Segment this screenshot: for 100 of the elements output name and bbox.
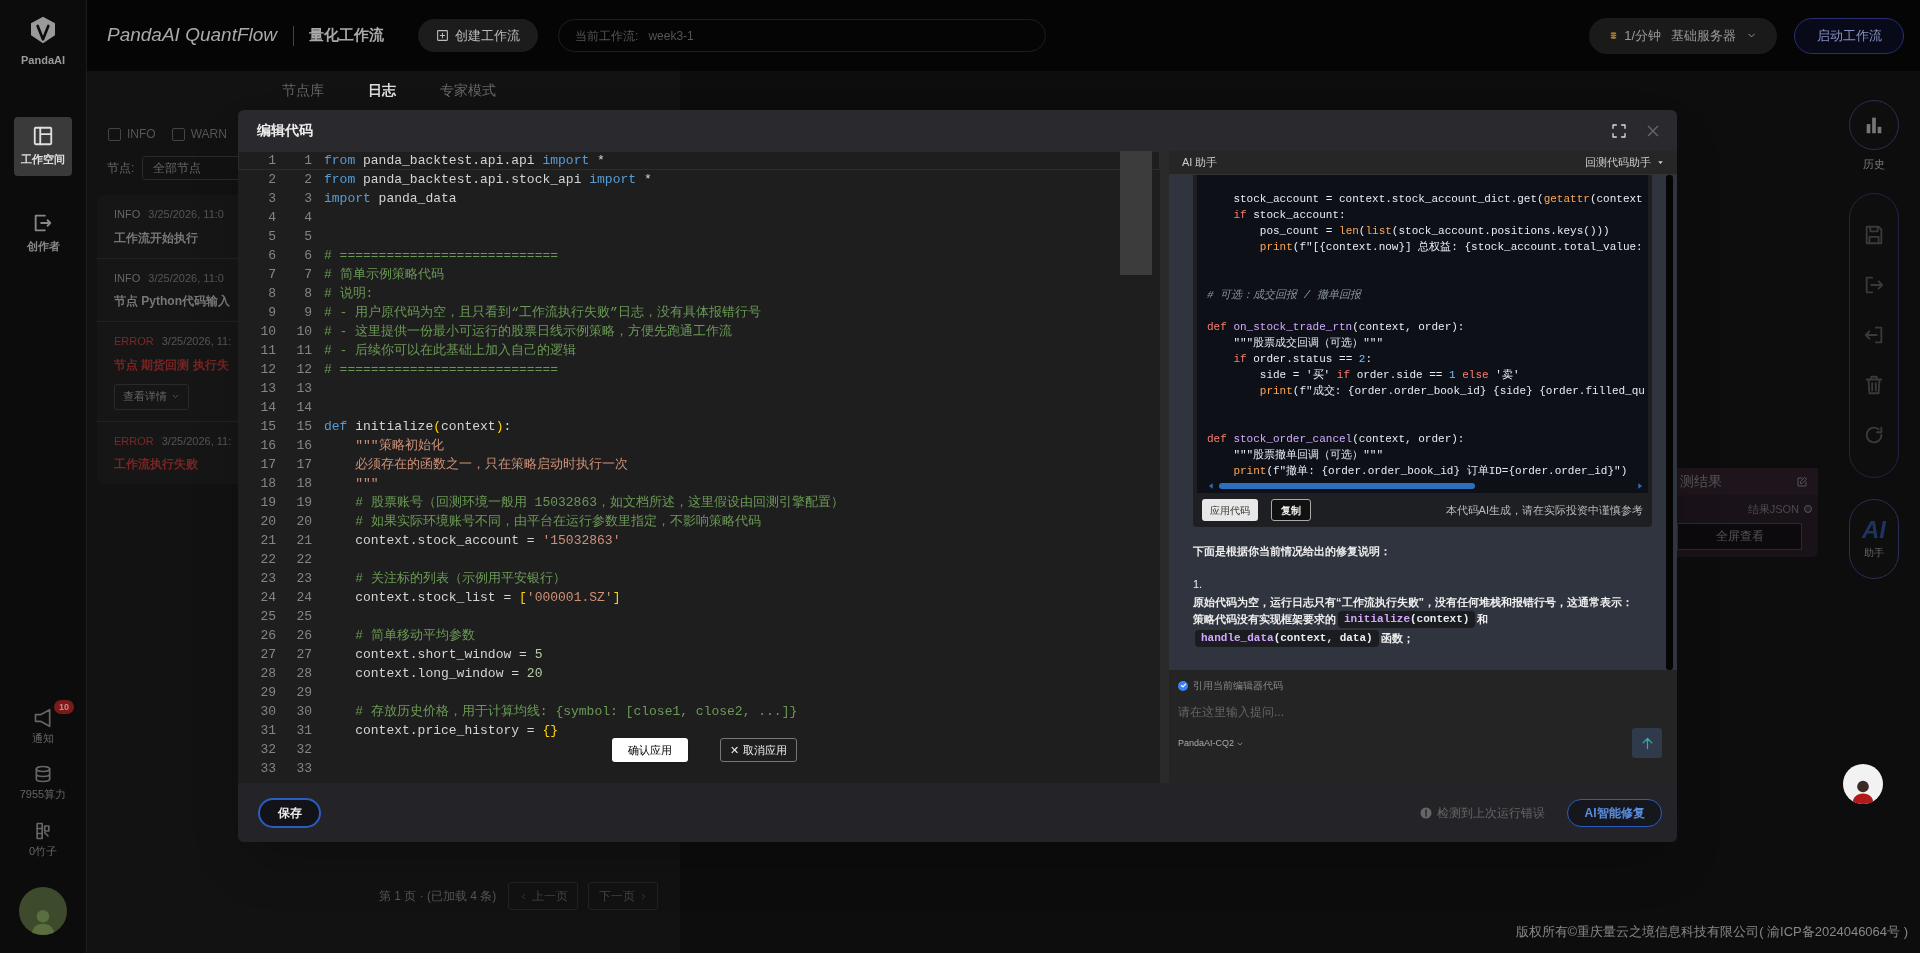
ai-fix-button[interactable]: AI智能修复 xyxy=(1567,798,1662,827)
code-line: """策略初始化 xyxy=(354,437,444,455)
line-number: 22 xyxy=(295,551,312,569)
refresh-icon[interactable] xyxy=(1863,424,1885,446)
export-icon[interactable] xyxy=(1863,274,1885,296)
line-number: 15 xyxy=(259,418,276,436)
code-line: import panda_data xyxy=(324,190,457,208)
code-line: # - 用户原代码为空，且只看到“工作流执行失败”日志，没有具体报错行号 xyxy=(324,304,761,322)
code-line: # 说明: xyxy=(324,285,374,303)
panel-tab[interactable]: 日志 xyxy=(368,80,396,101)
log-time: 3/25/2026, 11:0 xyxy=(148,207,224,222)
trash-icon[interactable] xyxy=(1863,374,1885,396)
panel-title: AI 助手 xyxy=(1182,155,1218,171)
log-message: 节点 期货回测 执行失 xyxy=(114,356,229,374)
line-number: 21 xyxy=(295,532,312,550)
code-line: side = '买' if order.side == 1 else '卖' xyxy=(1258,368,1521,383)
code-line: # 简单移动平均参数 xyxy=(354,627,475,645)
line-number: 18 xyxy=(259,475,276,493)
line-number: 20 xyxy=(259,513,276,531)
sidebar-item[interactable]: 0竹子 xyxy=(28,820,58,859)
line-number: 9 xyxy=(267,304,276,322)
code-line: context.long_window = 20 xyxy=(354,665,543,683)
line-number: 19 xyxy=(259,494,276,512)
line-number: 11 xyxy=(259,342,276,360)
code-line: def initialize(context): xyxy=(324,418,512,436)
code-line: def stock_order_cancel(context, order): xyxy=(1207,432,1466,447)
import-icon[interactable] xyxy=(1863,324,1885,346)
app-title: PandaAI QuantFlow xyxy=(107,23,278,48)
sidebar-item[interactable]: 通知 xyxy=(32,707,54,746)
edit-icon[interactable] xyxy=(1796,475,1808,488)
code-line: if stock_account: xyxy=(1232,208,1347,223)
line-number: 2 xyxy=(303,171,312,189)
panel-tab[interactable]: 节点库 xyxy=(282,80,324,101)
line-number: 16 xyxy=(259,437,276,455)
line-number: 12 xyxy=(259,361,276,379)
line-number: 4 xyxy=(303,209,312,227)
line-number: 22 xyxy=(259,551,276,569)
checkbox[interactable] xyxy=(1178,680,1188,691)
sidebar-item[interactable]: 工作空间 xyxy=(14,116,72,176)
log-level: ERROR xyxy=(114,433,154,449)
confirm-apply-button[interactable]: 确认应用 xyxy=(612,738,688,762)
line-number: 17 xyxy=(259,456,276,474)
line-number: 26 xyxy=(259,627,276,645)
log-time: 3/25/2026, 11: xyxy=(161,433,232,449)
save-icon[interactable] xyxy=(1863,224,1885,246)
server-selector[interactable]: 1/分钟 基础服务器 xyxy=(1589,17,1777,54)
panel-tab[interactable]: 专家模式 xyxy=(440,80,496,101)
start-workflow-button[interactable]: 启动工作流 xyxy=(1794,17,1904,54)
code-line: 必须存在的函数之一，只在策略启动时执行一次 xyxy=(354,456,629,474)
line-number: 16 xyxy=(295,437,312,455)
scrollbar-thumb[interactable] xyxy=(1120,151,1152,275)
model-selector[interactable]: PandaAI-CQ2 xyxy=(1178,737,1245,751)
line-number: 10 xyxy=(295,323,312,341)
apply-code-button[interactable]: 应用代码 xyxy=(1202,499,1258,521)
line-number: 25 xyxy=(295,608,312,626)
line-number: 33 xyxy=(259,760,276,778)
line-number: 5 xyxy=(303,228,312,246)
checkbox-label: 引用当前编辑器代码 xyxy=(1193,679,1283,693)
line-number: 11 xyxy=(295,342,312,360)
code-line: # 简单示例策略代码 xyxy=(324,266,444,284)
message-text: 策略代码没有实现框架要求的 xyxy=(1193,612,1336,627)
assistant-avatar[interactable] xyxy=(1843,764,1883,804)
horizontal-scrollbar[interactable] xyxy=(1219,483,1476,489)
message-text: 原始代码为空，运行日志只有“工作流执行失败”，没有任何堆栈和报错行号，这通常表示： xyxy=(1193,595,1634,610)
fullscreen-icon[interactable] xyxy=(1611,122,1627,139)
checkbox-label: WARN xyxy=(190,126,227,143)
line-number: 20 xyxy=(295,513,312,531)
log-level: INFO xyxy=(114,207,141,222)
line-number: 12 xyxy=(295,361,312,379)
line-number: 6 xyxy=(267,247,276,265)
node-title: 测结果 xyxy=(1680,472,1722,491)
assistant-mode-dropdown[interactable]: 回测代码助手 xyxy=(1585,154,1664,171)
ai-assistant-button[interactable]: AI 助手 xyxy=(1849,498,1899,579)
avatar[interactable] xyxy=(19,887,67,935)
scrollbar[interactable] xyxy=(1666,175,1673,670)
checkbox[interactable] xyxy=(108,127,121,141)
line-number: 25 xyxy=(259,608,276,626)
sidebar-item[interactable]: 创作者 xyxy=(14,203,72,263)
view-details-button[interactable]: 查看详情 xyxy=(114,383,189,410)
checkbox[interactable] xyxy=(171,127,185,141)
line-number: 3 xyxy=(267,190,276,208)
history-button[interactable] xyxy=(1849,100,1899,150)
send-button[interactable] xyxy=(1632,728,1662,758)
code-line: pos_count = len(list(stock_account.positions.keys())) xyxy=(1258,224,1611,239)
code-line: stock_account = context.stock_account_dict.get(getattr(context xyxy=(1232,192,1644,207)
sidebar-item[interactable]: 7955算力 xyxy=(19,764,67,803)
line-number: 30 xyxy=(295,703,312,721)
code-line: # 存放历史价格，用于计算均线: {symbol: [close1, close2, ...]} xyxy=(354,703,798,721)
splitter[interactable] xyxy=(1160,151,1169,783)
save-button[interactable]: 保存 xyxy=(258,797,321,828)
cancel-apply-button[interactable]: ✕ 取消应用 xyxy=(720,738,797,762)
code-line: # - 后续你可以在此基础上加入自己的逻辑 xyxy=(324,342,577,360)
create-workflow-button[interactable]: 创建工作流 xyxy=(418,19,539,52)
line-number: 24 xyxy=(259,589,276,607)
checkbox-label: INFO xyxy=(127,126,156,143)
copy-button[interactable]: 复制 xyxy=(1271,499,1311,521)
line-number: 23 xyxy=(295,570,312,588)
line-number: 32 xyxy=(259,741,276,759)
caret-down-icon xyxy=(1657,159,1664,166)
workspace-icon xyxy=(32,124,54,147)
